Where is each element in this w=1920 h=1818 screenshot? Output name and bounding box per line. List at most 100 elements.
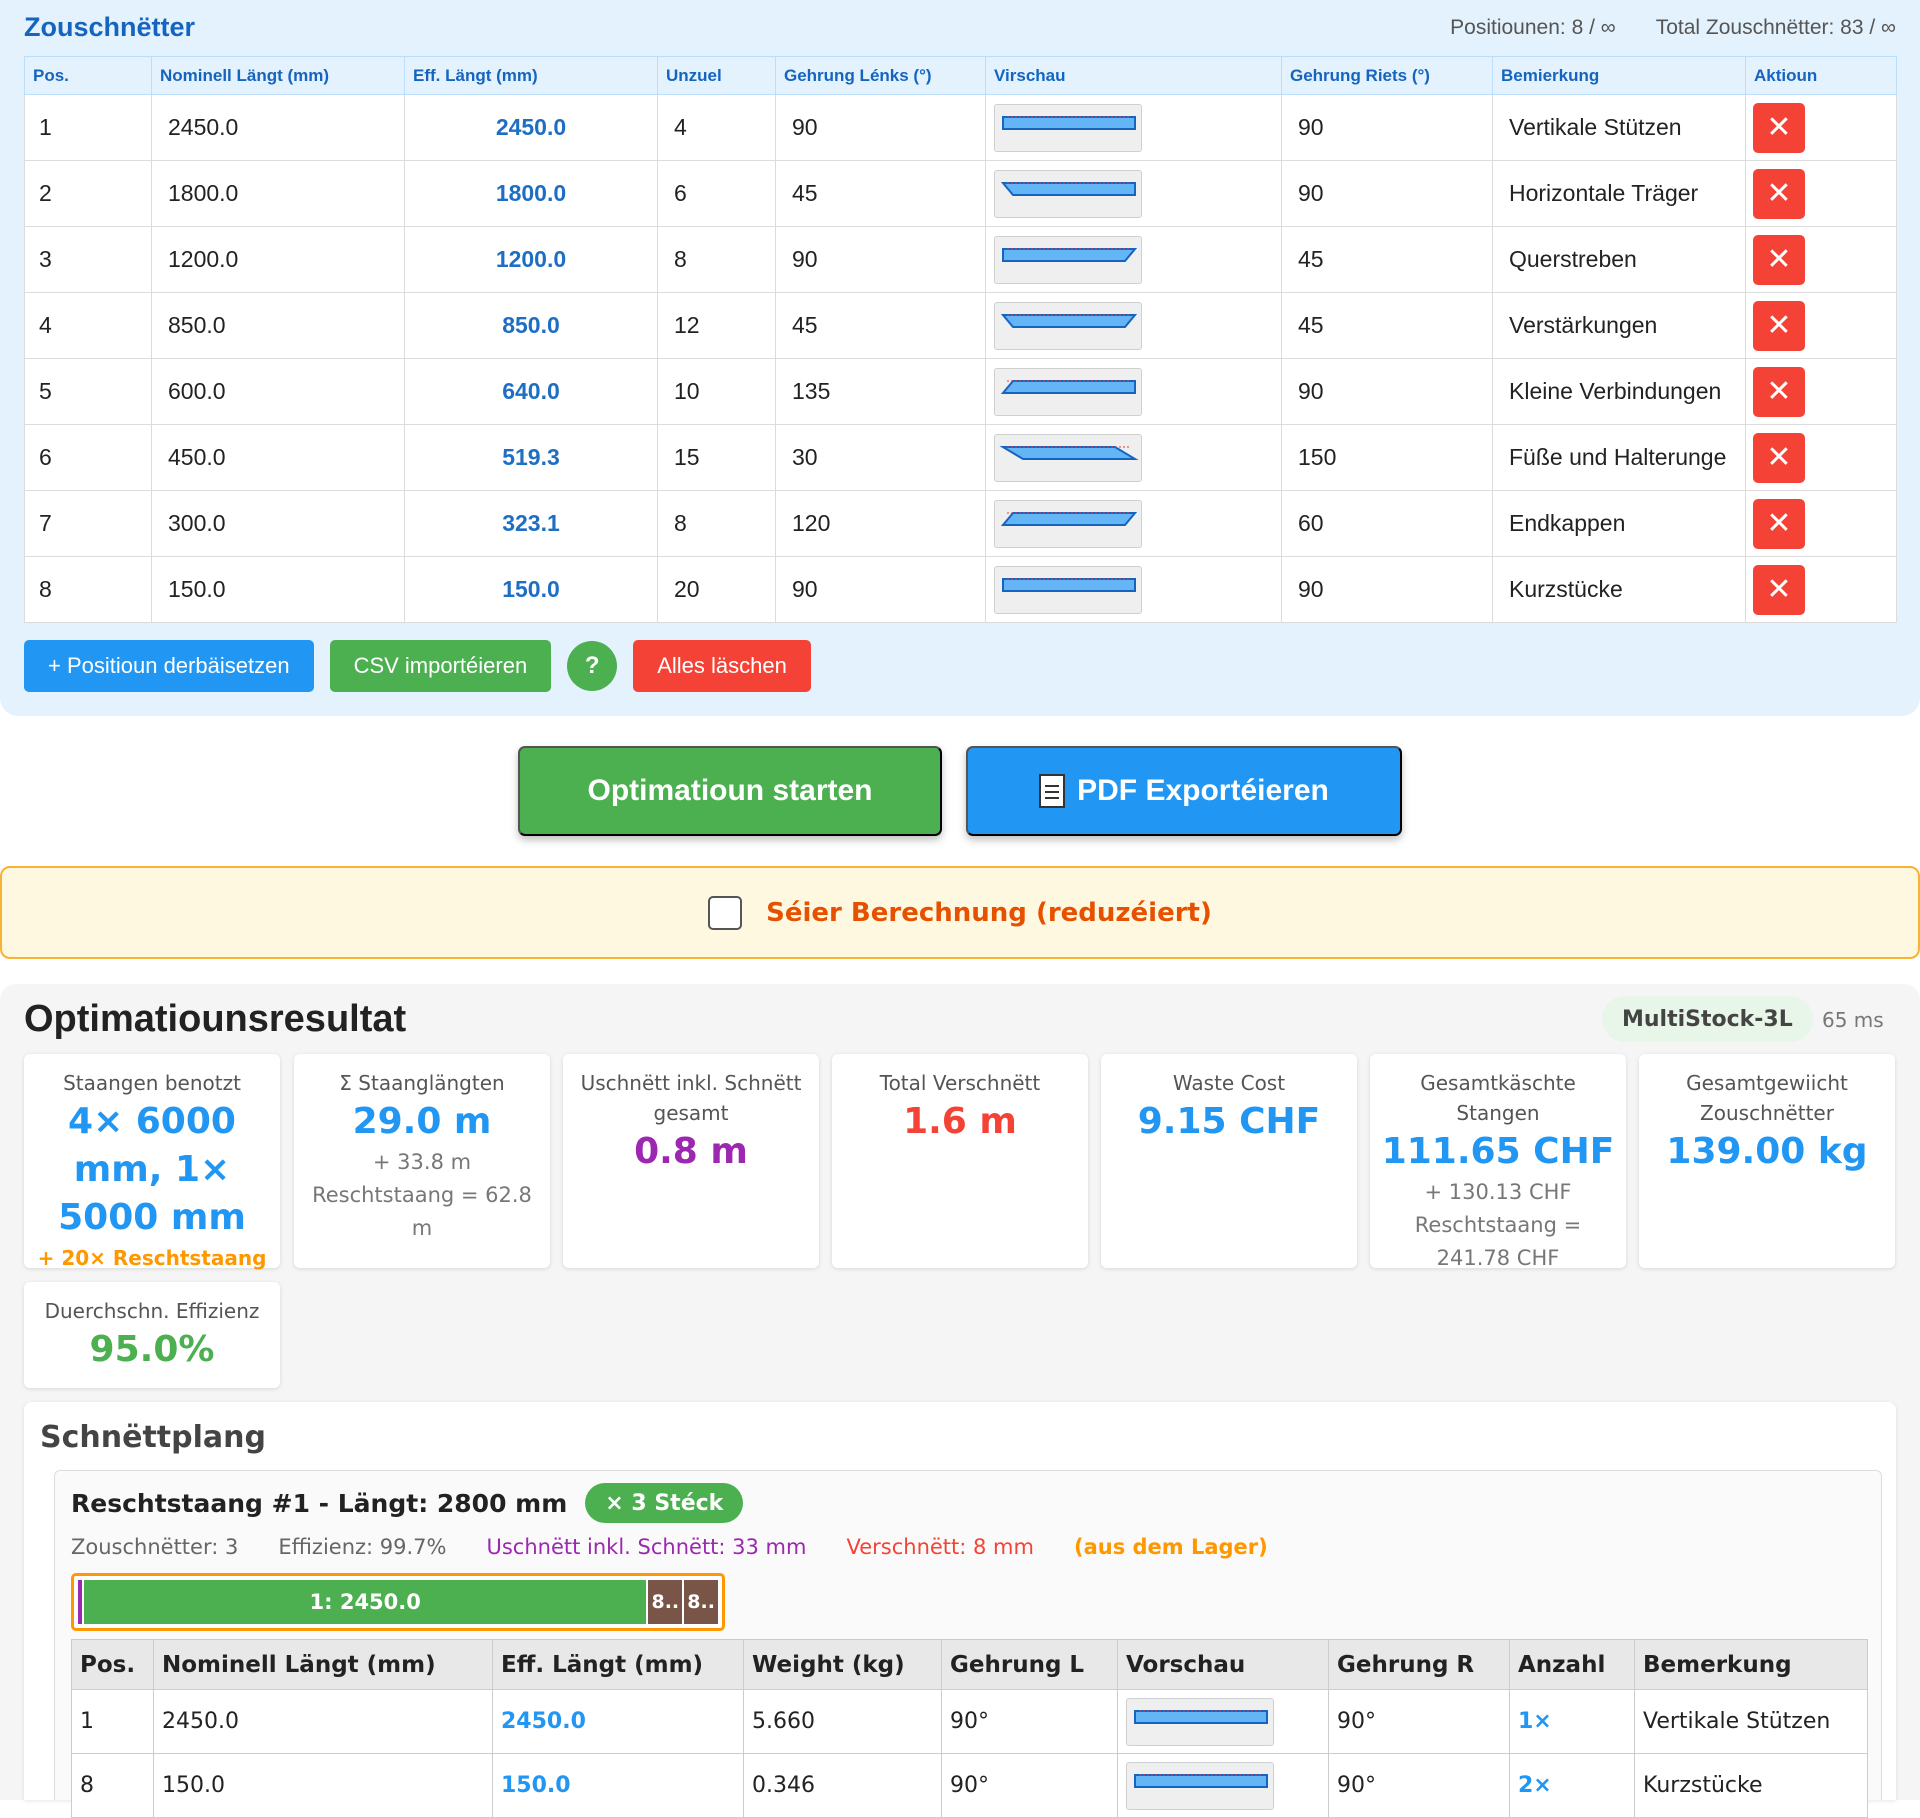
cut-list-header: Pos. Nominell Längt (mm) Eff. Längt (mm)…	[24, 56, 1897, 95]
fast-calculation-label[interactable]: Séier Berechnung (reduzéiert)	[766, 898, 1212, 928]
stock-waste: Verschnëtt: 8 mm	[846, 1535, 1034, 1559]
cell-nominal-length[interactable]: 2450.0	[151, 94, 405, 161]
delete-row-button[interactable]: ✕	[1753, 432, 1805, 483]
profile-preview-shape	[1002, 115, 1136, 130]
cell-miter-right[interactable]: 150	[1281, 424, 1493, 491]
cell-note[interactable]: Horizontale Träger	[1492, 160, 1746, 227]
bar-segment: 8..	[684, 1580, 718, 1624]
cell-weight: 0.346	[743, 1753, 942, 1818]
delete-row-button[interactable]: ✕	[1753, 366, 1805, 417]
cell-action: ✕	[1745, 292, 1897, 359]
fast-calculation-checkbox[interactable]	[708, 895, 743, 930]
cell-quantity[interactable]: 6	[657, 160, 776, 227]
cell-miter-right[interactable]: 60	[1281, 490, 1493, 557]
cell-nominal-length[interactable]: 850.0	[151, 292, 405, 359]
cell-preview	[985, 490, 1282, 557]
algorithm-badge: MultiStock-3L	[1602, 996, 1813, 1042]
cell-miter-right[interactable]: 90	[1281, 556, 1493, 623]
cell-quantity[interactable]: 4	[657, 94, 776, 161]
cell-miter-left[interactable]: 90	[775, 556, 986, 623]
stock-table-header: Pos. Nominell Längt (mm) Eff. Längt (mm)…	[71, 1639, 1868, 1690]
start-optimization-button[interactable]: Optimatioun starten	[518, 746, 942, 836]
col-header-eff: Eff. Längt (mm)	[404, 56, 658, 95]
cell-miter-left[interactable]: 90	[775, 94, 986, 161]
card-label: Staangen benotzt	[63, 1071, 241, 1095]
cell-nominal-length[interactable]: 150.0	[151, 556, 405, 623]
profile-preview	[994, 235, 1142, 284]
cell-nominal-length[interactable]: 600.0	[151, 358, 405, 425]
cell-miter-left[interactable]: 135	[775, 358, 986, 425]
cell-miter-left[interactable]: 120	[775, 490, 986, 557]
cell-note[interactable]: Querstreben	[1492, 226, 1746, 293]
cell-miter-left[interactable]: 45	[775, 292, 986, 359]
cell-preview	[985, 160, 1282, 227]
col-header-action: Aktioun	[1745, 56, 1897, 95]
cell-miter-right[interactable]: 90	[1281, 160, 1493, 227]
profile-preview-shape	[1134, 1709, 1268, 1724]
card-efficiency: Duerchschn. Effizienz 95.0%	[24, 1282, 280, 1388]
cell-quantity[interactable]: 8	[657, 490, 776, 557]
delete-row-button[interactable]: ✕	[1753, 168, 1805, 219]
card-weight: Gesamtgewiicht Zouschnëtter 139.00 kg	[1639, 1054, 1895, 1268]
close-icon: ✕	[1766, 308, 1792, 343]
cell-quantity[interactable]: 10	[657, 358, 776, 425]
cell-quantity[interactable]: 12	[657, 292, 776, 359]
cell-effective-length: 150.0	[404, 556, 658, 623]
cell-note[interactable]: Vertikale Stützen	[1492, 94, 1746, 161]
delete-row-button[interactable]: ✕	[1753, 564, 1805, 615]
cell-quantity[interactable]: 15	[657, 424, 776, 491]
cut-list-row: 8 150.0 150.0 20 90 90 Kurzstücke ✕	[24, 556, 1897, 623]
delete-row-button[interactable]: ✕	[1753, 234, 1805, 285]
profile-preview-shape	[1134, 1773, 1268, 1788]
stock-info: Zouschnëtter: 3 Effizienz: 99.7% Uschnët…	[71, 1535, 1268, 1559]
cell-preview	[985, 94, 1282, 161]
cell-note[interactable]: Füße und Halterunge	[1492, 424, 1746, 491]
close-icon: ✕	[1766, 110, 1792, 145]
cell-miter-right[interactable]: 45	[1281, 292, 1493, 359]
card-sub: + 33.8 m Reschtstaang = 62.8 m	[312, 1150, 532, 1240]
card-label: Gesamtgewiicht Zouschnëtter	[1686, 1071, 1848, 1125]
profile-preview-shape	[999, 445, 1139, 460]
bar-segment: 8..	[648, 1580, 683, 1624]
card-label: Σ Staanglängten	[339, 1071, 505, 1095]
cell-note[interactable]: Kurzstücke	[1492, 556, 1746, 623]
cell-nominal-length[interactable]: 450.0	[151, 424, 405, 491]
card-total-cost: Gesamtkäschte Stangen 111.65 CHF + 130.1…	[1370, 1054, 1626, 1270]
stock-title: Reschtstaang #1 - Längt: 2800 mm	[71, 1488, 568, 1518]
cut-list-row: 3 1200.0 1200.0 8 90 45 Querstreben ✕	[24, 226, 1897, 293]
cell-miter-right[interactable]: 45	[1281, 226, 1493, 293]
cell-quantity[interactable]: 20	[657, 556, 776, 623]
cell-miter-left[interactable]: 45	[775, 160, 986, 227]
clear-all-button[interactable]: Alles läschen	[633, 640, 811, 692]
delete-row-button[interactable]: ✕	[1753, 300, 1805, 351]
cell-nominal-length[interactable]: 300.0	[151, 490, 405, 557]
cell-quantity[interactable]: 8	[657, 226, 776, 293]
cell-pos: 4	[24, 292, 152, 359]
export-pdf-button[interactable]: PDF Exportéieren	[966, 746, 1402, 836]
cell-miter-left[interactable]: 30	[775, 424, 986, 491]
cell-miter-right[interactable]: 90	[1281, 358, 1493, 425]
cell-note[interactable]: Verstärkungen	[1492, 292, 1746, 359]
csv-import-button[interactable]: CSV importéieren	[329, 640, 552, 692]
cell-miter-left[interactable]: 90	[775, 226, 986, 293]
positions-count: Positiounen: 8 / ∞	[1450, 16, 1616, 39]
cell-preview	[1117, 1753, 1329, 1818]
help-button[interactable]: ?	[567, 641, 618, 691]
card-kerf: Uschnëtt inkl. Schnëtt gesamt 0.8 m	[563, 1054, 819, 1268]
col-header-eff: Eff. Längt (mm)	[492, 1639, 744, 1690]
profile-preview	[1126, 1761, 1274, 1810]
cut-list-table: Pos. Nominell Längt (mm) Eff. Längt (mm)…	[24, 56, 1897, 623]
cell-miter-right[interactable]: 90	[1281, 94, 1493, 161]
delete-row-button[interactable]: ✕	[1753, 498, 1805, 549]
col-header-pos: Pos.	[24, 56, 152, 95]
col-header-note: Bemerkung	[1634, 1639, 1868, 1690]
cell-note[interactable]: Kleine Verbindungen	[1492, 358, 1746, 425]
col-header-count: Anzahl	[1509, 1639, 1635, 1690]
cutting-bar-visual: 1: 2450.0 8.. 8..	[71, 1573, 725, 1631]
cell-note[interactable]: Endkappen	[1492, 490, 1746, 557]
cell-nominal-length[interactable]: 1200.0	[151, 226, 405, 293]
add-position-button[interactable]: + Positioun derbäisetzen	[24, 640, 314, 692]
cell-nominal-length[interactable]: 1800.0	[151, 160, 405, 227]
cell-note: Vertikale Stützen	[1634, 1689, 1868, 1754]
delete-row-button[interactable]: ✕	[1753, 102, 1805, 153]
